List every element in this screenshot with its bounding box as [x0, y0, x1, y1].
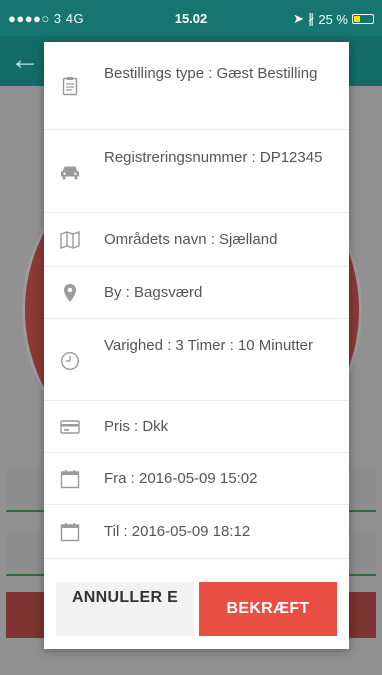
- duration-row: Varighed : 3 Timer : 10 Minutter: [44, 319, 349, 401]
- city-text: By : Bagsværd: [104, 284, 203, 301]
- map-icon: [60, 230, 80, 250]
- location-icon: ➤: [292, 11, 304, 26]
- from-date-text: Fra : 2016-05-09 15:02: [104, 470, 258, 487]
- battery-icon: [352, 14, 374, 24]
- cancel-button[interactable]: ANNULLER E: [56, 582, 194, 636]
- registration-number-text: Registreringsnummer : DP12345: [104, 149, 323, 166]
- status-bar: ●●●●○ 3 4G 15.02 ➤ ∦ 25 %: [0, 0, 382, 36]
- car-icon: [60, 162, 80, 182]
- clock-icon: [60, 351, 80, 371]
- to-date-row: Til : 2016-05-09 18:12: [44, 505, 349, 559]
- status-right: ➤ ∦ 25 %: [293, 11, 374, 27]
- location-pin-icon: [60, 283, 80, 303]
- confirm-button[interactable]: BEKRÆFT: [199, 582, 337, 636]
- booking-confirm-dialog: Bestillings type : Gæst Bestilling Regis…: [44, 42, 349, 649]
- from-date-row: Fra : 2016-05-09 15:02: [44, 453, 349, 505]
- to-date-text: Til : 2016-05-09 18:12: [104, 523, 251, 540]
- duration-text: Varighed : 3 Timer : 10 Minutter: [104, 337, 313, 354]
- city-row: By : Bagsværd: [44, 267, 349, 319]
- battery-percent: 25 %: [318, 11, 348, 27]
- clipboard-icon: [60, 76, 80, 96]
- booking-type-row: Bestillings type : Gæst Bestilling: [44, 42, 349, 130]
- calendar-icon: [60, 469, 80, 489]
- area-name-row: Områdets navn : Sjælland: [44, 213, 349, 267]
- booking-type-text: Bestillings type : Gæst Bestilling: [104, 65, 318, 82]
- price-text: Pris : Dkk: [104, 418, 169, 435]
- registration-number-row: Registreringsnummer : DP12345: [44, 130, 349, 213]
- back-arrow-icon[interactable]: ←: [10, 40, 40, 80]
- area-name-text: Områdets navn : Sjælland: [104, 231, 278, 248]
- credit-card-icon: [60, 417, 80, 437]
- bluetooth-icon: ∦: [307, 11, 315, 26]
- calendar-icon: [60, 522, 80, 542]
- price-row: Pris : Dkk: [44, 401, 349, 453]
